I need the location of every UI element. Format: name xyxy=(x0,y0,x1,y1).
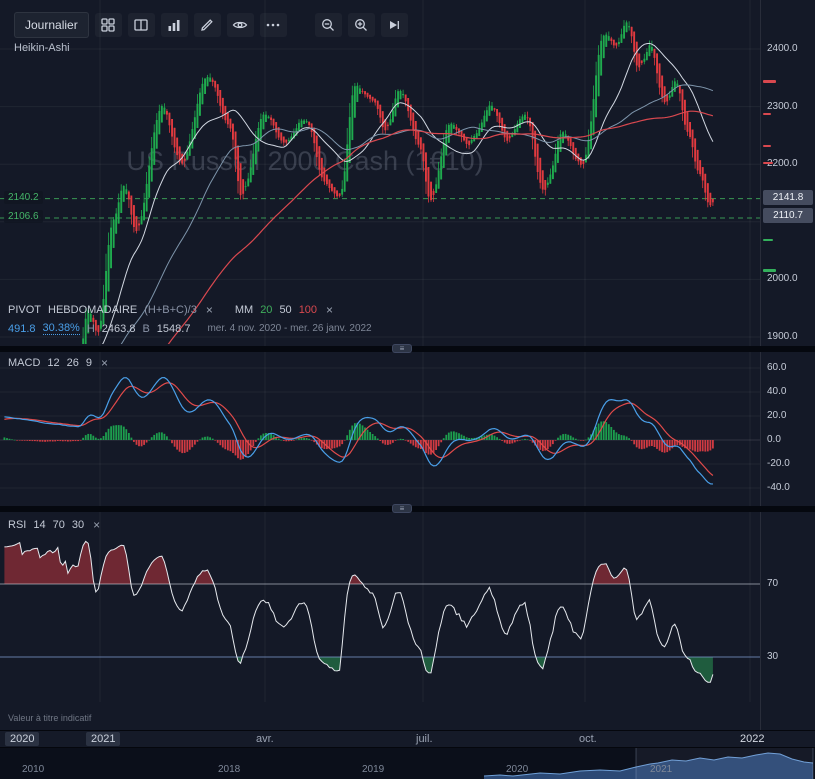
visible-range-label: mer. 4 nov. 2020 - mer. 26 janv. 2022 xyxy=(207,323,372,334)
macd-axis-label: 60.0 xyxy=(767,362,787,373)
low-label: B xyxy=(142,322,150,335)
price-axis-label: 2000.0 xyxy=(767,273,798,285)
pivot-level-mark xyxy=(763,239,773,242)
draw-button[interactable] xyxy=(193,13,221,37)
navigator-year-label: 2019 xyxy=(362,764,385,775)
macd-slow-period: 26 xyxy=(66,357,79,369)
macd-axis-label: -20.0 xyxy=(767,458,790,469)
pivot-percent[interactable]: 30.38% xyxy=(42,322,80,335)
time-axis[interactable]: 2020 2021 avr. juil. oct. 2022 xyxy=(0,730,815,748)
rsi-name: RSI xyxy=(8,519,27,531)
mm-period-100: 100 xyxy=(298,304,318,316)
pivot-level-mark xyxy=(763,79,776,83)
pivot-mm-indicator-row: PIVOT HEBDOMADAIRE (H+B+C)/3 × MM 20 50 … xyxy=(8,303,335,317)
pivot-level-label: 2140.2 xyxy=(4,190,43,204)
step-forward-icon xyxy=(390,21,400,29)
time-axis-label: juil. xyxy=(416,733,433,745)
macd-axis-label: 40.0 xyxy=(767,386,787,397)
high-value: 2463.8 xyxy=(101,322,136,335)
bar-chart-icon xyxy=(168,20,180,31)
chart-toolbar: Journalier xyxy=(14,12,408,38)
price-axis-column[interactable]: 2400.0 2300.0 2200.0 2000.0 1900.0 60.0 40.0 20… xyxy=(760,0,815,730)
pivot-indicator-formula: (H+B+C)/3 xyxy=(144,304,197,316)
navigator-year-label: 2018 xyxy=(218,764,241,775)
price-axis-label: 1900.0 xyxy=(767,331,798,342)
chart-type-button[interactable] xyxy=(160,13,188,37)
macd-signal-period: 9 xyxy=(85,357,93,369)
go-to-last-button[interactable] xyxy=(380,13,408,37)
rsi-axis-label: 30 xyxy=(767,651,779,662)
zoom-in-button[interactable] xyxy=(347,13,375,37)
zoom-out-button[interactable] xyxy=(314,13,342,37)
navigator-year-label: 2021 xyxy=(650,764,673,775)
pivot-indicator-name: PIVOT xyxy=(8,304,42,316)
mm-period-50: 50 xyxy=(279,304,292,316)
view-button[interactable] xyxy=(226,13,254,37)
macd-indicator-row: MACD 12 26 9 × xyxy=(8,356,110,370)
pivot-values-row: 491.8 30.38% H 2463.8 B 1548.7 mer. 4 no… xyxy=(8,322,372,335)
pivot-level-mark xyxy=(763,112,771,115)
more-options-button[interactable] xyxy=(259,13,287,37)
price-chart-pane[interactable]: US Russell 2000 Cash (1€10) xyxy=(0,0,760,346)
macd-pane[interactable] xyxy=(0,352,760,506)
macd-close-button[interactable]: × xyxy=(99,356,110,370)
pivot-close-button[interactable]: × xyxy=(204,303,215,317)
navigator-year-label: 2010 xyxy=(22,764,45,775)
time-axis-label: 2020 xyxy=(5,732,40,746)
time-axis-label: oct. xyxy=(579,733,597,745)
time-axis-label: 2022 xyxy=(740,733,765,745)
price-axis-label: 2400.0 xyxy=(767,43,798,54)
macd-axis-label: 20.0 xyxy=(767,410,787,421)
pivot-value: 491.8 xyxy=(8,322,36,335)
pivot-level-mark xyxy=(763,162,773,165)
pivot-level-label: 2106.6 xyxy=(4,209,43,223)
low-value: 1548.7 xyxy=(156,322,191,335)
pane-resize-handle[interactable]: ≡ xyxy=(392,344,412,353)
eye-icon xyxy=(232,21,248,29)
timeframe-button[interactable]: Journalier xyxy=(14,12,89,38)
price-tag: 2141.8 xyxy=(763,189,813,205)
navigator-area-chart[interactable] xyxy=(0,748,815,779)
rsi-pane[interactable] xyxy=(0,512,760,702)
time-axis-label: avr. xyxy=(256,733,274,745)
mm-close-button[interactable]: × xyxy=(324,303,335,317)
columns-icon xyxy=(134,19,148,31)
mm-indicator-name: MM xyxy=(234,304,254,316)
rsi-axis-label: 70 xyxy=(767,578,779,589)
macd-fast-period: 12 xyxy=(47,357,60,369)
history-navigator[interactable]: 2010 2018 2019 2020 2021 xyxy=(0,748,815,779)
macd-axis-label: 0.0 xyxy=(767,434,781,445)
layout-grid-icon xyxy=(101,18,115,32)
pivot-level-mark xyxy=(763,268,776,272)
pivot-indicator-mode: HEBDOMADAIRE xyxy=(48,304,138,316)
disclaimer-text: Valeur à titre indicatif xyxy=(8,713,92,723)
trading-chart-app: US Russell 2000 Cash (1€10) 2400.0 2300.0… xyxy=(0,0,815,779)
ellipsis-icon xyxy=(266,23,280,27)
rsi-upper-level: 70 xyxy=(52,519,65,531)
split-columns-button[interactable] xyxy=(127,13,155,37)
rsi-close-button[interactable]: × xyxy=(91,518,102,532)
rsi-lower-level: 30 xyxy=(71,519,85,531)
zoom-in-icon xyxy=(355,19,368,31)
rsi-indicator-row: RSI 14 70 30 × xyxy=(8,518,102,532)
layout-grid-button[interactable] xyxy=(94,13,122,37)
pencil-icon xyxy=(201,19,213,31)
time-axis-label: 2021 xyxy=(86,732,121,746)
high-label: H xyxy=(86,322,95,335)
price-tag: 2110.7 xyxy=(763,207,813,223)
pivot-level-mark xyxy=(763,144,771,147)
pane-resize-handle[interactable]: ≡ xyxy=(392,504,412,513)
macd-name: MACD xyxy=(8,357,41,369)
candle-style-label: Heikin-Ashi xyxy=(14,42,70,54)
macd-axis-label: -40.0 xyxy=(767,482,790,493)
rsi-period: 14 xyxy=(33,519,46,531)
navigator-year-label: 2020 xyxy=(506,764,529,775)
mm-period-20: 20 xyxy=(260,304,273,316)
zoom-out-icon xyxy=(322,19,335,31)
price-axis-label: 2300.0 xyxy=(767,100,798,112)
